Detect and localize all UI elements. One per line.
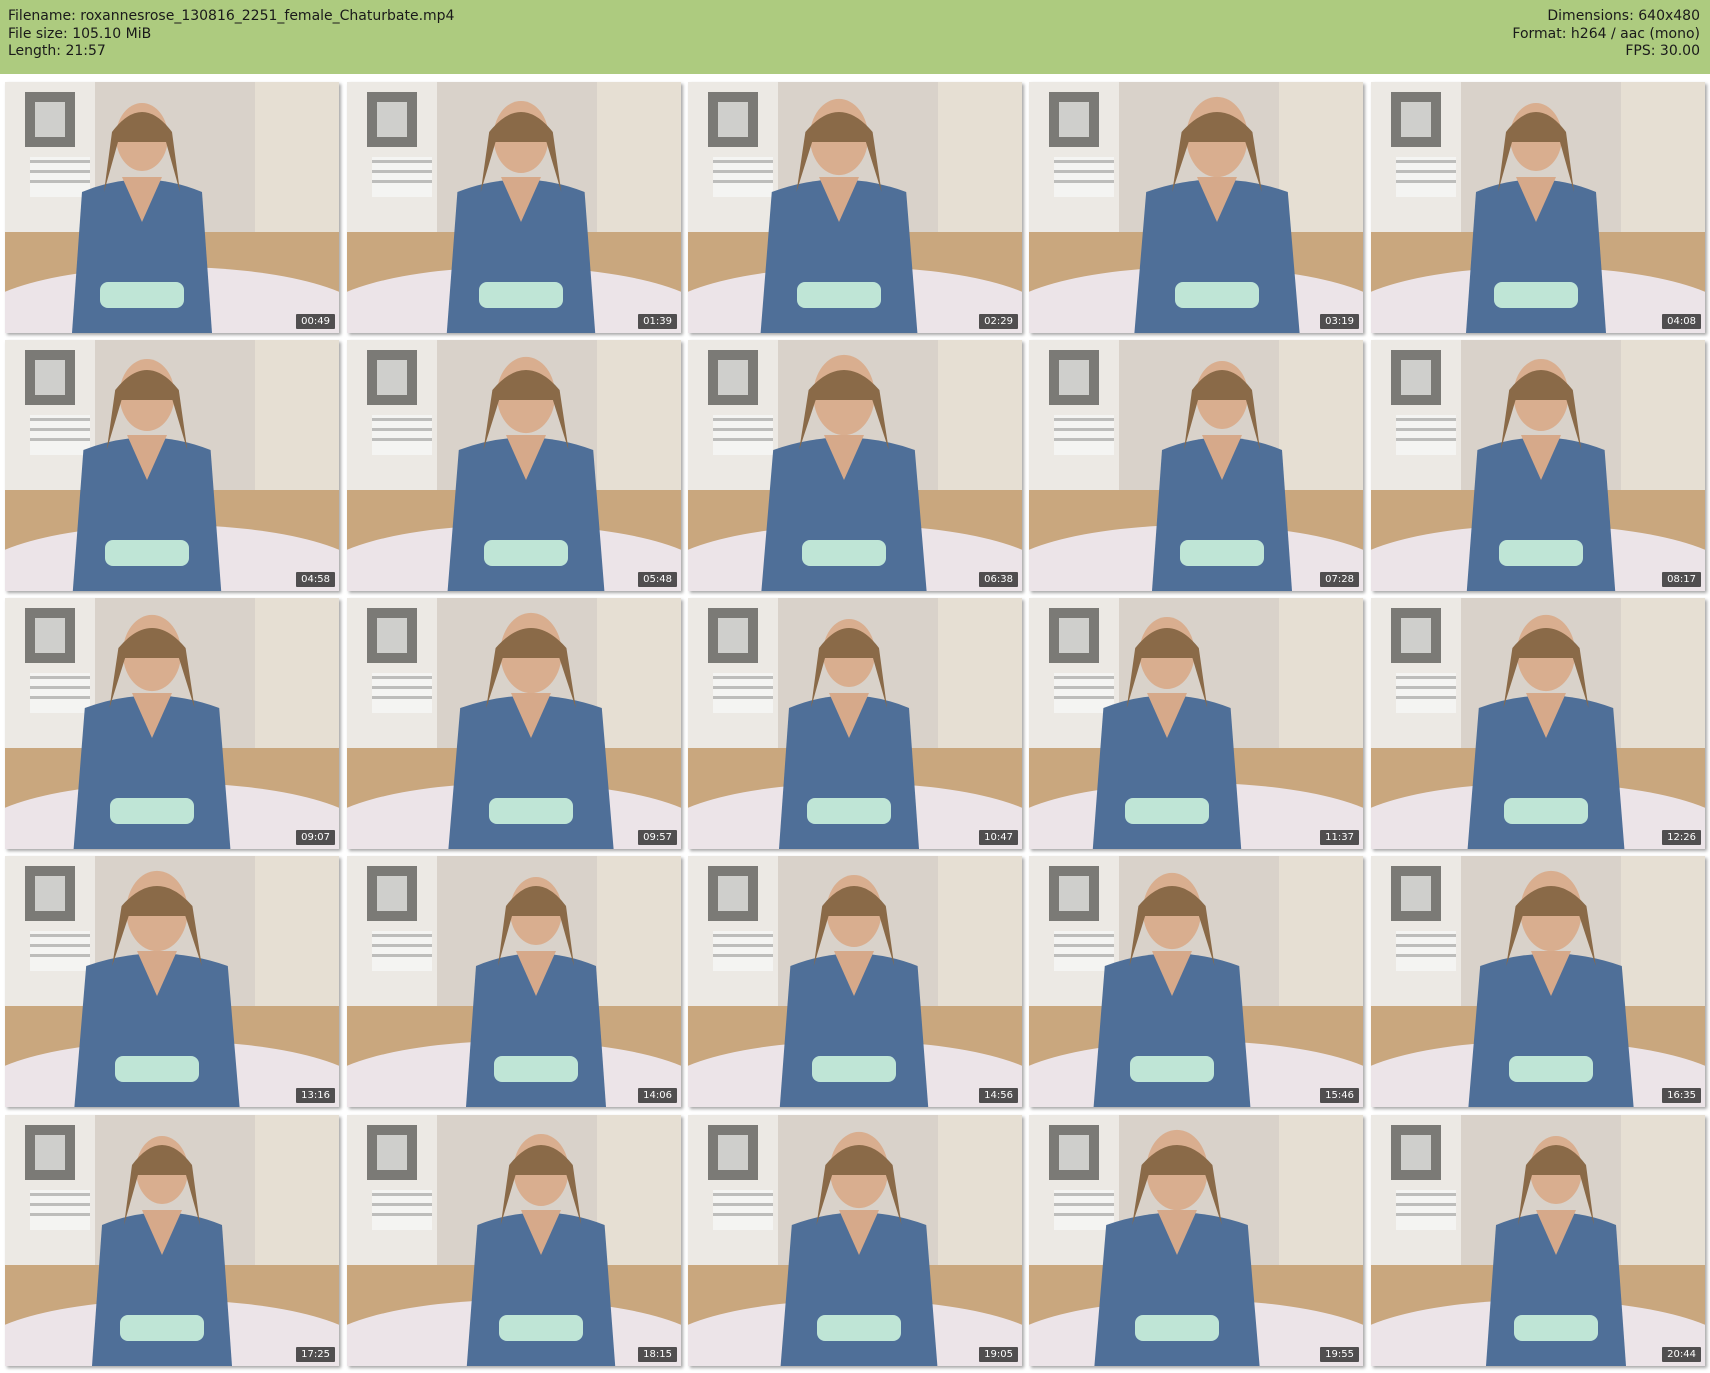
timestamp-label: 00:49 [296, 314, 335, 329]
video-thumbnail[interactable]: 18:15 [347, 1115, 681, 1366]
video-thumbnail[interactable]: 07:28 [1029, 340, 1363, 591]
timestamp-label: 19:05 [979, 1347, 1018, 1362]
video-thumbnail[interactable]: 15:46 [1029, 856, 1363, 1107]
video-thumbnail[interactable]: 19:55 [1029, 1115, 1363, 1366]
video-thumbnail[interactable]: 12:26 [1371, 598, 1705, 849]
timestamp-label: 14:06 [638, 1088, 677, 1103]
video-thumbnail[interactable]: 08:17 [1371, 340, 1705, 591]
frame-image [5, 1115, 339, 1366]
video-thumbnail[interactable]: 04:58 [5, 340, 339, 591]
frame-image [688, 82, 1022, 333]
frame-image [1371, 598, 1705, 849]
video-thumbnail[interactable]: 09:07 [5, 598, 339, 849]
timestamp-label: 09:07 [296, 830, 335, 845]
info-header: Filename: roxannesrose_130816_2251_femal… [0, 0, 1710, 74]
timestamp-label: 05:48 [638, 572, 677, 587]
timestamp-label: 10:47 [979, 830, 1018, 845]
frame-image [347, 1115, 681, 1366]
thumbnail-grid: 00:49 01:39 02:29 03:19 04:08 04:58 05:48 06:38… [0, 82, 1710, 1373]
frame-image [1371, 1115, 1705, 1366]
frame-image [347, 82, 681, 333]
video-thumbnail[interactable]: 10:47 [688, 598, 1022, 849]
timestamp-label: 03:19 [1320, 314, 1359, 329]
frame-image [1029, 1115, 1363, 1366]
frame-image [5, 340, 339, 591]
video-thumbnail[interactable]: 00:49 [5, 82, 339, 333]
timestamp-label: 14:56 [979, 1088, 1018, 1103]
video-thumbnail[interactable]: 20:44 [1371, 1115, 1705, 1366]
frame-image [5, 856, 339, 1107]
frame-image [688, 856, 1022, 1107]
dimensions-text: Dimensions: 640x480 [1547, 8, 1700, 24]
frame-image [347, 856, 681, 1107]
timestamp-label: 17:25 [296, 1347, 335, 1362]
timestamp-label: 13:16 [296, 1088, 335, 1103]
timestamp-label: 19:55 [1320, 1347, 1359, 1362]
video-thumbnail[interactable]: 02:29 [688, 82, 1022, 333]
video-thumbnail[interactable]: 17:25 [5, 1115, 339, 1366]
timestamp-label: 20:44 [1662, 1347, 1701, 1362]
video-thumbnail[interactable]: 09:57 [347, 598, 681, 849]
timestamp-label: 08:17 [1662, 572, 1701, 587]
timestamp-label: 07:28 [1320, 572, 1359, 587]
video-thumbnail[interactable]: 04:08 [1371, 82, 1705, 333]
video-thumbnail[interactable]: 16:35 [1371, 856, 1705, 1107]
video-thumbnail[interactable]: 01:39 [347, 82, 681, 333]
timestamp-label: 12:26 [1662, 830, 1701, 845]
filename-text: Filename: roxannesrose_130816_2251_femal… [8, 8, 455, 24]
video-thumbnail[interactable]: 19:05 [688, 1115, 1022, 1366]
format-text: Format: h264 / aac (mono) [1512, 25, 1700, 42]
frame-image [347, 598, 681, 849]
timestamp-label: 16:35 [1662, 1088, 1701, 1103]
timestamp-label: 04:58 [296, 572, 335, 587]
video-thumbnail[interactable]: 11:37 [1029, 598, 1363, 849]
frame-image [688, 598, 1022, 849]
timestamp-label: 11:37 [1320, 830, 1359, 845]
frame-image [5, 82, 339, 333]
timestamp-label: 09:57 [638, 830, 677, 845]
video-thumbnail[interactable]: 14:06 [347, 856, 681, 1107]
frame-image [1371, 856, 1705, 1107]
frame-image [347, 340, 681, 591]
fps-text: FPS: 30.00 [1625, 43, 1700, 59]
file-info-right: Dimensions: 640x480 Format: h264 / aac (… [1512, 8, 1700, 61]
timestamp-label: 18:15 [638, 1347, 677, 1362]
timestamp-label: 02:29 [979, 314, 1018, 329]
video-thumbnail[interactable]: 13:16 [5, 856, 339, 1107]
video-thumbnail[interactable]: 14:56 [688, 856, 1022, 1107]
timestamp-label: 15:46 [1320, 1088, 1359, 1103]
frame-image [688, 1115, 1022, 1366]
frame-image [1029, 598, 1363, 849]
video-thumbnail[interactable]: 03:19 [1029, 82, 1363, 333]
video-thumbnail[interactable]: 05:48 [347, 340, 681, 591]
file-info-left: Filename: roxannesrose_130816_2251_femal… [8, 8, 454, 61]
length-text: Length: 21:57 [8, 43, 106, 59]
timestamp-label: 04:08 [1662, 314, 1701, 329]
frame-image [1029, 340, 1363, 591]
timestamp-label: 06:38 [979, 572, 1018, 587]
frame-image [688, 340, 1022, 591]
video-thumbnail[interactable]: 06:38 [688, 340, 1022, 591]
frame-image [5, 598, 339, 849]
frame-image [1371, 340, 1705, 591]
frame-image [1029, 856, 1363, 1107]
timestamp-label: 01:39 [638, 314, 677, 329]
frame-image [1371, 82, 1705, 333]
frame-image [1029, 82, 1363, 333]
filesize-text: File size: 105.10 MiB [8, 25, 152, 42]
